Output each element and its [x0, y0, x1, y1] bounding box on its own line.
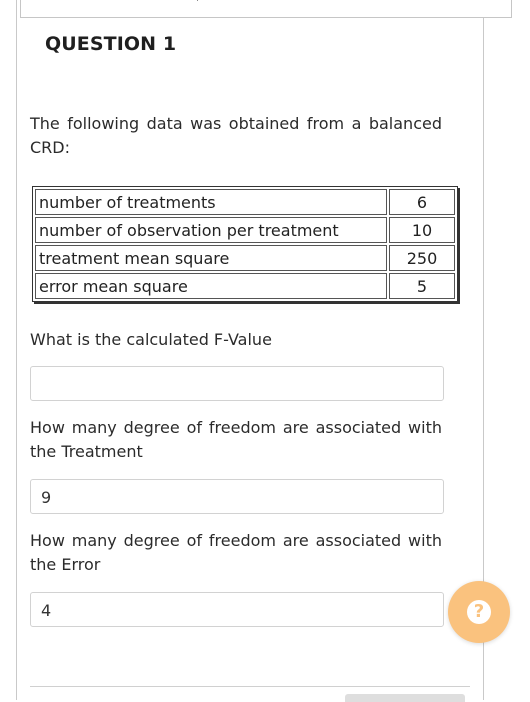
treatment-df-answer-input[interactable]: 9	[30, 479, 444, 514]
table-row: number of treatments 6	[35, 189, 455, 215]
f-value-answer-input[interactable]	[30, 366, 444, 401]
data-table: number of treatments 6 number of observa…	[32, 186, 458, 302]
error-df-prompt: How many degree of freedom are associate…	[30, 531, 442, 574]
page-border-left	[16, 0, 17, 700]
table-row: error mean square 5	[35, 273, 455, 299]
previous-answer-box[interactable]	[20, 0, 512, 18]
table-cell-label: number of treatments	[35, 189, 387, 215]
table-cell-value: 5	[389, 273, 455, 299]
cursor-tick	[197, 0, 198, 1]
table-cell-label: treatment mean square	[35, 245, 387, 271]
table-row: treatment mean square 250	[35, 245, 455, 271]
treatment-df-prompt: How many degree of freedom are associate…	[30, 418, 442, 461]
question-title: QUESTION 1	[45, 33, 177, 55]
table-row: number of observation per treatment 10	[35, 217, 455, 243]
question-intro: The following data was obtained from a b…	[30, 114, 442, 157]
table-cell-label: error mean square	[35, 273, 387, 299]
table-cell-value: 10	[389, 217, 455, 243]
table-cell-value: 6	[389, 189, 455, 215]
bottom-divider	[30, 686, 470, 687]
table-cell-value: 250	[389, 245, 455, 271]
help-button[interactable]: ?	[448, 581, 510, 643]
question-icon: ?	[467, 600, 491, 624]
table-cell-label: number of observation per treatment	[35, 217, 387, 243]
error-df-answer-input[interactable]: 4	[30, 592, 444, 627]
bottom-action-bar[interactable]	[345, 694, 465, 702]
f-value-prompt: What is the calculated F-Value	[30, 330, 272, 349]
